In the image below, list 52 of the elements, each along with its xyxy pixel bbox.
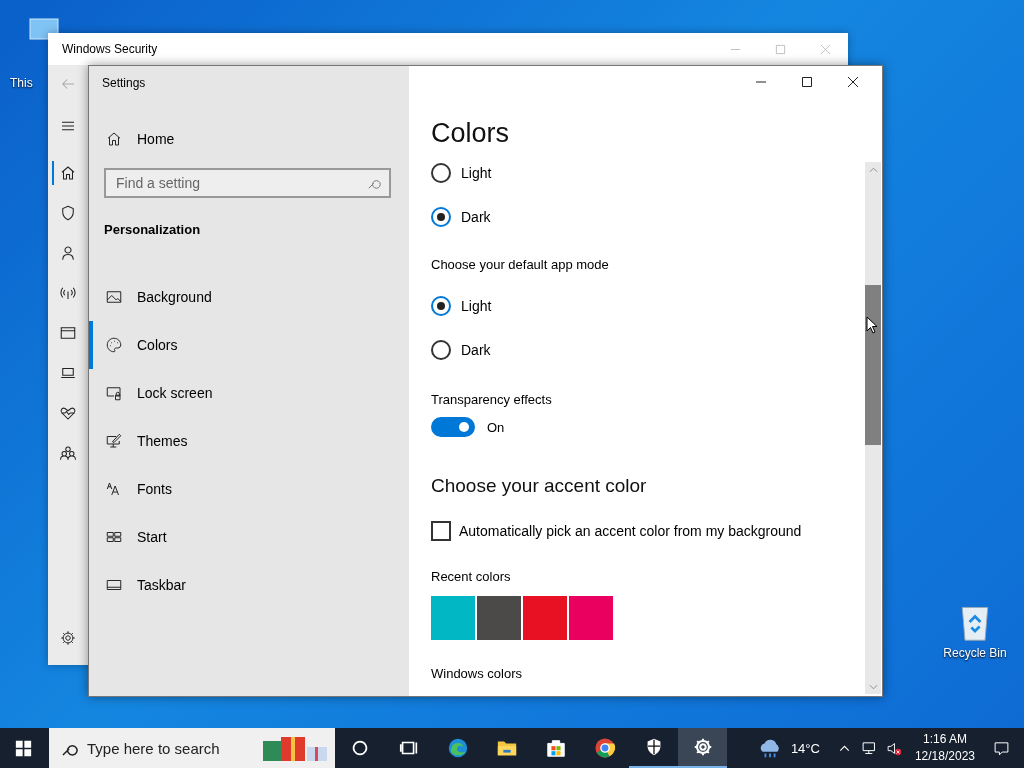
nav-item[interactable]: Background [89, 273, 409, 321]
section-heading: Choose your accent color [431, 475, 648, 497]
mouse-cursor-icon [866, 316, 878, 334]
group-label: Windows colors [431, 666, 524, 681]
radio-option[interactable]: Light [431, 284, 492, 328]
color-swatch[interactable] [431, 596, 475, 640]
nav-item[interactable]: Lock screen [89, 369, 409, 417]
toggle-state: On [487, 419, 505, 435]
radio-option[interactable]: Dark [431, 195, 491, 239]
nav-item[interactable]: Taskbar [89, 561, 409, 609]
desktop-icon-label[interactable]: This [10, 76, 33, 90]
window-title: Windows Security [62, 42, 158, 56]
nav-item[interactable]: Start [89, 513, 409, 561]
group-label: Transparency effects [431, 392, 553, 407]
color-swatch[interactable] [569, 596, 613, 640]
checkbox-option[interactable]: Automatically pick an accent color from my background [431, 521, 802, 541]
window-title: Settings [102, 76, 147, 90]
search-field[interactable]: Find a setting [104, 168, 391, 198]
browser-icon [593, 737, 616, 759]
lock-icon [105, 384, 123, 402]
nav-item[interactable]: Fonts [89, 465, 409, 513]
home-icon [105, 130, 123, 148]
browser-icon [59, 324, 77, 342]
notification-icon[interactable] [993, 739, 1010, 757]
toggle-switch[interactable] [431, 417, 475, 437]
color-swatch[interactable] [523, 596, 567, 640]
desktop-icon-label[interactable]: Recycle Bin [943, 646, 1007, 660]
browser-icon [446, 737, 469, 759]
temperature-text[interactable]: 14°C [790, 740, 820, 756]
section-heading: Personalization [104, 222, 202, 237]
store-bag-icon [544, 737, 567, 759]
clock[interactable]: 1:16 AM 12/18/2023 [914, 731, 975, 765]
radio-option[interactable]: Dark [431, 328, 491, 372]
radio-option[interactable]: Light [431, 151, 492, 195]
themes-icon [105, 432, 123, 450]
picture-icon [105, 288, 123, 306]
home-link[interactable]: Home [105, 130, 409, 148]
network-icon[interactable] [860, 739, 878, 757]
health-icon [59, 404, 77, 422]
taskbar-button[interactable] [678, 728, 727, 768]
group-label: Recent colors [431, 569, 512, 584]
page-title: Colors [431, 118, 511, 149]
color-swatch[interactable] [477, 596, 521, 640]
family-icon [59, 444, 77, 462]
group-label: Choose your default app mode [431, 257, 610, 272]
settings-icon[interactable] [59, 629, 77, 647]
nav-item[interactable]: Themes [89, 417, 409, 465]
home-icon [59, 164, 77, 182]
nav-item[interactable]: Colors [89, 321, 409, 369]
shield-icon [59, 204, 77, 222]
palette-icon [105, 336, 123, 354]
person-icon [59, 244, 77, 262]
